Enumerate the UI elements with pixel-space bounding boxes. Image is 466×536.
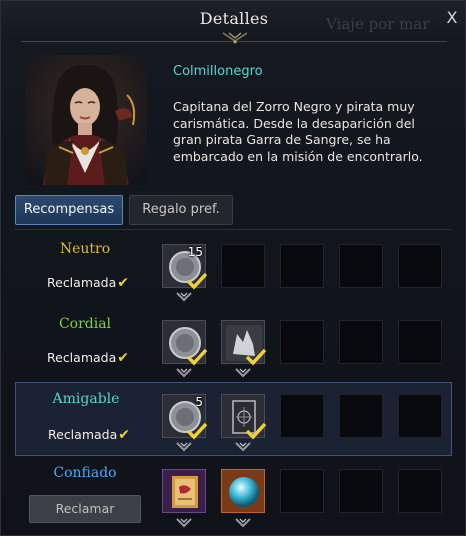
crystal-orb-icon <box>229 477 259 507</box>
reward-slot-empty <box>339 469 383 513</box>
chevron-down-icon <box>176 368 192 378</box>
ornament-icon <box>222 32 248 44</box>
npc-portrait <box>25 55 147 185</box>
reward-slot[interactable] <box>221 469 265 513</box>
chevron-down-icon <box>235 368 251 378</box>
status-label: Reclamada <box>47 350 117 365</box>
tab-recompensas[interactable]: Recompensas <box>15 195 123 225</box>
reward-slot-empty <box>339 244 383 288</box>
reward-slot[interactable]: 15 <box>162 244 208 290</box>
chevron-down-icon <box>176 518 192 528</box>
reward-slot-empty <box>398 320 442 364</box>
reward-slot-empty <box>280 394 324 438</box>
chevron-down-icon <box>235 518 251 528</box>
npc-description: Capitana del Zorro Negro y pirata muy ca… <box>173 99 423 164</box>
tier-status: Reclamada✔ <box>48 427 130 443</box>
tab-regalo-pref[interactable]: Regalo pref. <box>129 195 233 225</box>
chevron-down-icon <box>235 442 251 452</box>
reward-slot[interactable] <box>221 394 267 440</box>
reward-slot-empty <box>221 244 265 288</box>
reward-slot[interactable] <box>162 469 206 513</box>
reward-slot-empty <box>398 469 442 513</box>
reward-slot-empty <box>280 244 324 288</box>
tier-status: Reclamada✔ <box>47 275 129 291</box>
reward-slot[interactable]: 5 <box>162 394 208 440</box>
scroll-map-icon <box>172 476 198 508</box>
tier-name: Neutro <box>59 241 111 257</box>
claimed-check-icon <box>186 348 208 366</box>
status-label: Reclamada <box>47 275 117 290</box>
chevron-down-icon <box>176 442 192 452</box>
reward-slot-empty <box>398 244 442 288</box>
close-icon[interactable]: X <box>441 7 463 29</box>
npc-name: Colmillonegro <box>173 64 263 79</box>
tier-name: Cordial <box>58 316 112 332</box>
reward-slot-empty <box>339 394 383 438</box>
reward-slot-empty <box>339 320 383 364</box>
claimed-check-icon <box>245 422 267 440</box>
reward-slot[interactable] <box>221 320 267 366</box>
reward-quantity: 5 <box>195 395 203 409</box>
check-icon: ✔ <box>117 275 129 291</box>
claimed-check-icon <box>186 422 208 440</box>
reward-slot-empty <box>280 469 324 513</box>
claimed-check-icon <box>245 348 267 366</box>
claim-button[interactable]: Reclamar <box>29 495 141 523</box>
check-icon: ✔ <box>118 427 130 443</box>
tier-name: Confiado <box>53 465 117 481</box>
tab-divider <box>15 229 451 230</box>
tier-status: Reclamada✔ <box>47 350 129 366</box>
tier-name: Amigable <box>52 391 120 407</box>
check-icon: ✔ <box>117 350 129 366</box>
window-title: Detalles <box>199 9 269 28</box>
claimed-check-icon <box>186 272 208 290</box>
reward-slot-empty <box>398 394 442 438</box>
details-window: Viaje por mar Detalles X Colmillonegro C… <box>0 0 466 536</box>
status-label: Reclamada <box>48 427 118 442</box>
chevron-down-icon <box>176 292 192 302</box>
reward-slot-empty <box>280 320 324 364</box>
reward-slot[interactable] <box>162 320 208 366</box>
reward-quantity: 15 <box>187 245 203 259</box>
